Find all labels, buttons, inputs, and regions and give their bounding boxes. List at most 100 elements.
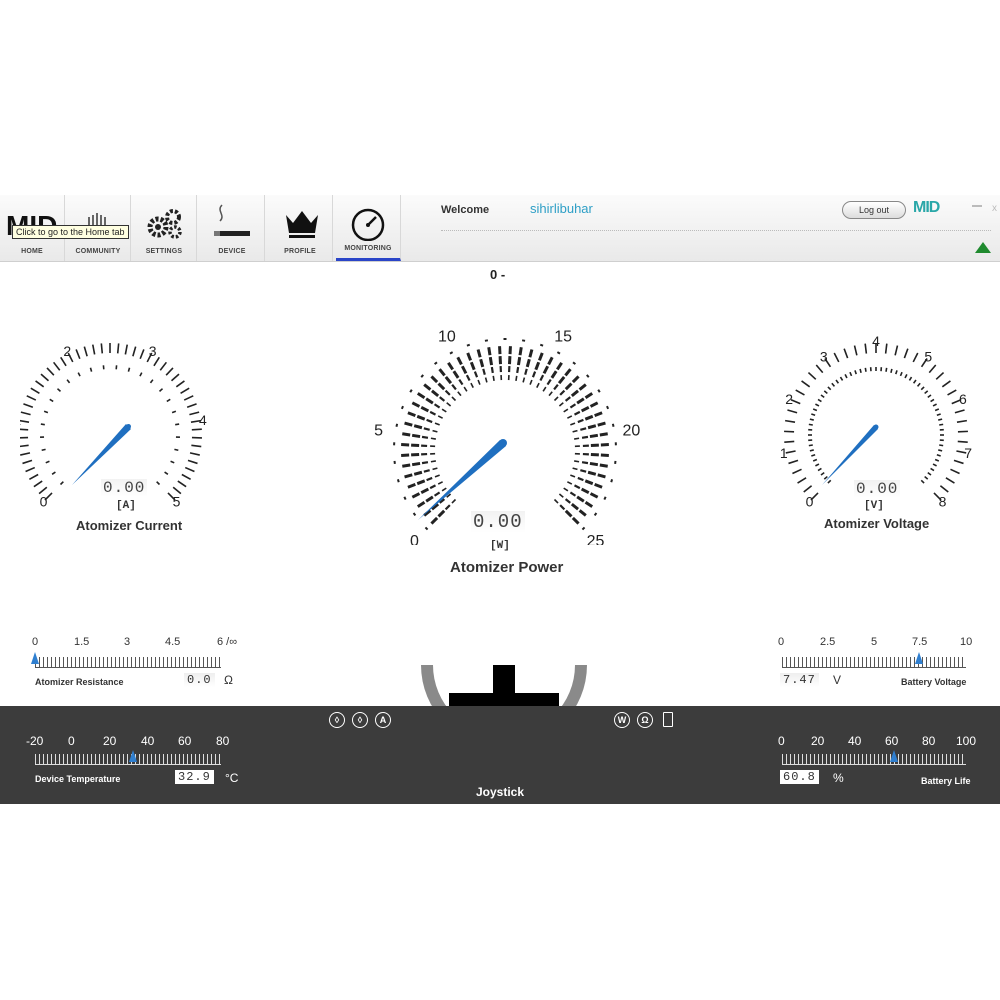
gauge-tick [578,509,587,517]
battery-life-value: 60.8 [780,770,819,784]
watt-mode-icon[interactable]: W [614,712,630,728]
gauge-tick [430,516,439,525]
battery-life-tick-label: 80 [922,734,936,748]
battery-voltage-value: 7.47 [780,673,819,687]
gauge-tick [936,413,941,416]
gauge-tick [553,498,559,504]
gauge-tick-label: 3 [820,349,828,365]
gauge-tick [524,368,528,375]
gauge-tick [956,419,967,423]
gauge-tick-label: 1 [780,445,788,461]
gauge-tick [20,411,31,416]
gauge-tick [539,343,544,347]
gauge-tick [797,477,807,484]
gauge-tick [528,349,534,358]
gauge-tick [553,396,559,402]
gauge-tick [444,376,453,385]
gauge-tick [458,378,464,386]
gauge-tick [538,352,544,361]
gauge-tick [827,386,832,391]
gauge-tick [465,374,471,382]
gauge-tick-label: 5 [173,493,181,509]
gauge-tick [429,484,437,490]
gauge-tick [518,347,523,356]
gauge-tick [934,458,940,462]
temperature-tick-label: 0 [68,734,75,748]
gauge-tick [437,481,443,485]
gauge-tick [849,371,853,377]
gauge-tick [402,463,411,468]
gauge-tick [441,408,447,413]
thermometer-icon[interactable]: ◊ [329,712,345,728]
gauge-tick [425,397,434,405]
close-icon[interactable]: x [992,203,997,214]
gauge-tick [433,491,441,497]
resistance-ruler[interactable] [35,657,221,668]
gauge-tick [788,459,799,465]
battery-life-marker[interactable] [889,750,898,762]
gauge-tick [563,487,569,492]
gauge-tick [885,367,888,372]
gauge-tick [854,370,857,375]
gauge-tick [864,367,867,372]
gauge-tick [803,485,813,493]
gauge-tick [809,418,814,421]
logout-button[interactable]: Log out [842,201,906,219]
battery-voltage-marker[interactable] [915,652,924,664]
gauge-tick [572,429,578,433]
battery-voltage-ruler[interactable] [782,657,966,668]
gauge-tick [434,474,440,478]
gauge-tick [589,401,599,408]
gauge-tick [570,422,576,426]
gauge-tick [91,344,96,355]
gauge-tick [416,479,426,486]
gauge-tick [539,374,545,382]
resistance-marker[interactable] [31,652,39,664]
gauge-tick [433,403,441,409]
gauge-tick [451,384,457,391]
tab-profile[interactable]: PROFILE [268,195,333,261]
gauge-tick [564,396,571,402]
gauge-tick [431,389,440,398]
gauge-tick [556,351,561,355]
ohm-mode-icon[interactable]: Ω [637,712,653,728]
tab-settings[interactable]: SETTINGS [132,195,197,261]
battery-icon[interactable] [663,712,673,727]
gauge-tick [174,448,179,452]
temperature-value: 32.9 [175,770,214,784]
tab-device-label: DEVICE [218,248,246,255]
tab-device[interactable]: DEVICE [200,195,265,261]
gauge-tick [558,402,564,407]
collapse-arrow-icon[interactable] [975,242,991,253]
gauge-tick [525,358,531,368]
gauge-tick [785,419,796,423]
thermometer-drop-icon[interactable]: ◊ [352,712,368,728]
gauge-tick [479,358,485,368]
gauge-tick [447,361,454,371]
battery-life-ruler[interactable] [782,754,966,765]
temperature-marker[interactable] [129,750,138,762]
monitoring-app: MID HOME Click to go to the Home tab COM… [0,195,1000,805]
minimize-icon[interactable] [972,205,982,207]
gauge-tick [416,414,426,421]
amp-mode-icon[interactable]: A [375,712,391,728]
gauge-tick [20,452,31,456]
gauge-tick [815,463,820,467]
gauge-tick [586,374,590,378]
gauge-tick [839,376,844,381]
gauge-tick [41,448,46,452]
gauge-tick [457,391,462,397]
temperature-tick-label: -20 [26,734,44,748]
gauge-tick [557,376,566,385]
battery-life-unit: % [833,771,844,785]
temperature-ruler[interactable] [35,754,221,765]
gauge-tick [553,384,559,391]
gauge-tick [23,403,34,408]
tab-monitoring[interactable]: MONITORING [336,195,401,261]
gauge-tick [89,367,93,372]
gauge-tick-label: 10 [438,329,456,346]
gauge-tick [490,366,494,374]
gauge-tick [170,373,180,382]
gauge-tick [577,418,584,424]
gauge-tick [572,361,577,365]
